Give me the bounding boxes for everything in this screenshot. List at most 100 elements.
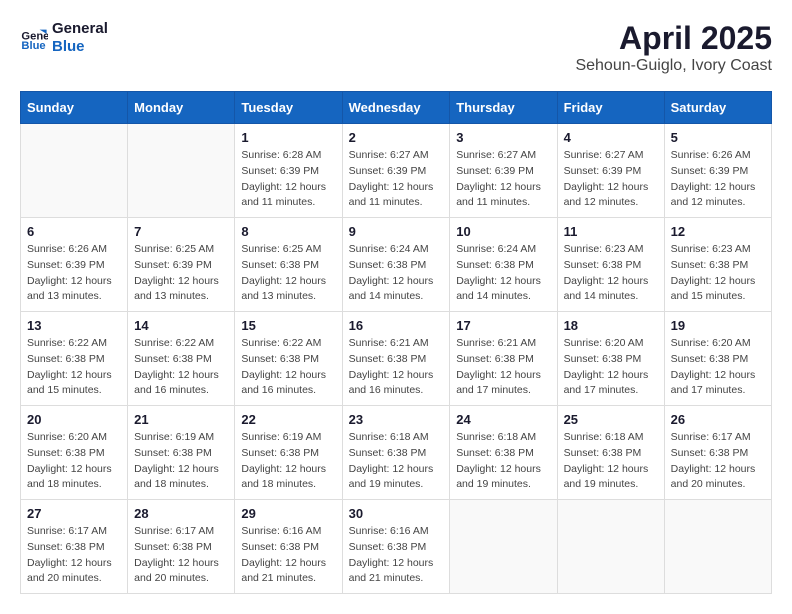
- day-info: Sunrise: 6:27 AMSunset: 6:39 PMDaylight:…: [564, 148, 658, 211]
- calendar-cell: 27Sunrise: 6:17 AMSunset: 6:38 PMDayligh…: [21, 500, 128, 594]
- day-number: 26: [671, 412, 765, 427]
- day-info: Sunrise: 6:28 AMSunset: 6:39 PMDaylight:…: [241, 148, 335, 211]
- day-info: Sunrise: 6:27 AMSunset: 6:39 PMDaylight:…: [349, 148, 444, 211]
- day-info: Sunrise: 6:26 AMSunset: 6:39 PMDaylight:…: [671, 148, 765, 211]
- day-number: 29: [241, 506, 335, 521]
- calendar-cell: [450, 500, 557, 594]
- calendar-cell: 30Sunrise: 6:16 AMSunset: 6:38 PMDayligh…: [342, 500, 450, 594]
- day-number: 21: [134, 412, 228, 427]
- day-info: Sunrise: 6:20 AMSunset: 6:38 PMDaylight:…: [27, 430, 121, 493]
- day-number: 9: [349, 224, 444, 239]
- day-number: 4: [564, 130, 658, 145]
- day-info: Sunrise: 6:27 AMSunset: 6:39 PMDaylight:…: [456, 148, 550, 211]
- calendar-cell: 29 Sunrise: 6:16 AMSunset: 6:38 PMDayligh…: [235, 500, 342, 594]
- day-info: Sunrise: 6:16 AMSunset: 6:38 PMDaylight:…: [241, 524, 335, 587]
- day-number: 7: [134, 224, 228, 239]
- weekday-header: Sunday: [21, 92, 128, 124]
- calendar-cell: 18 Sunrise: 6:20 AMSunset: 6:38 PMDayligh…: [557, 312, 664, 406]
- logo-line2: Blue: [52, 38, 108, 56]
- day-number: 20: [27, 412, 121, 427]
- day-info: Sunrise: 6:22 AMSunset: 6:38 PMDaylight:…: [134, 336, 228, 399]
- calendar-cell: 5Sunrise: 6:26 AMSunset: 6:39 PMDaylight…: [664, 124, 771, 218]
- weekday-header: Tuesday: [235, 92, 342, 124]
- day-number: 6: [27, 224, 121, 239]
- day-number: 14: [134, 318, 228, 333]
- calendar-cell: 22Sunrise: 6:19 AMSunset: 6:38 PMDayligh…: [235, 406, 342, 500]
- weekday-header: Saturday: [664, 92, 771, 124]
- calendar-cell: 26 Sunrise: 6:17 AMSunset: 6:38 PMDayligh…: [664, 406, 771, 500]
- day-info: Sunrise: 6:21 AMSunset: 6:38 PMDaylight:…: [456, 336, 550, 399]
- day-number: 16: [349, 318, 444, 333]
- logo: General Blue General Blue: [20, 20, 108, 56]
- day-info: Sunrise: 6:17 AMSunset: 6:38 PMDaylight:…: [671, 430, 765, 493]
- day-number: 12: [671, 224, 765, 239]
- day-info: Sunrise: 6:20 AMSunset: 6:38 PMDaylight:…: [564, 336, 658, 399]
- title-area: April 2025 Sehoun-Guiglo, Ivory Coast: [575, 20, 772, 75]
- calendar-cell: 15 Sunrise: 6:22 AMSunset: 6:38 PMDayligh…: [235, 312, 342, 406]
- day-number: 18: [564, 318, 658, 333]
- day-info: Sunrise: 6:17 AMSunset: 6:38 PMDaylight:…: [27, 524, 121, 587]
- day-number: 25: [564, 412, 658, 427]
- calendar-cell: 2 Sunrise: 6:27 AMSunset: 6:39 PMDaylight…: [342, 124, 450, 218]
- calendar-cell: 1 Sunrise: 6:28 AMSunset: 6:39 PMDaylight…: [235, 124, 342, 218]
- calendar-table: SundayMondayTuesdayWednesdayThursdayFrid…: [20, 91, 772, 594]
- calendar-cell: 28 Sunrise: 6:17 AMSunset: 6:38 PMDayligh…: [128, 500, 235, 594]
- day-info: Sunrise: 6:21 AMSunset: 6:38 PMDaylight:…: [349, 336, 444, 399]
- calendar-cell: 8Sunrise: 6:25 AMSunset: 6:38 PMDaylight…: [235, 218, 342, 312]
- day-number: 10: [456, 224, 550, 239]
- day-number: 22: [241, 412, 335, 427]
- day-number: 3: [456, 130, 550, 145]
- day-info: Sunrise: 6:18 AMSunset: 6:38 PMDaylight:…: [349, 430, 444, 493]
- day-number: 15: [241, 318, 335, 333]
- calendar-cell: 10 Sunrise: 6:24 AMSunset: 6:38 PMDayligh…: [450, 218, 557, 312]
- day-info: Sunrise: 6:23 AMSunset: 6:38 PMDaylight:…: [671, 242, 765, 305]
- day-number: 2: [349, 130, 444, 145]
- calendar-cell: 25 Sunrise: 6:18 AMSunset: 6:38 PMDayligh…: [557, 406, 664, 500]
- day-number: 11: [564, 224, 658, 239]
- weekday-header: Monday: [128, 92, 235, 124]
- day-info: Sunrise: 6:18 AMSunset: 6:38 PMDaylight:…: [456, 430, 550, 493]
- day-info: Sunrise: 6:24 AMSunset: 6:38 PMDaylight:…: [456, 242, 550, 305]
- day-info: Sunrise: 6:25 AMSunset: 6:39 PMDaylight:…: [134, 242, 228, 305]
- day-info: Sunrise: 6:20 AMSunset: 6:38 PMDaylight:…: [671, 336, 765, 399]
- day-info: Sunrise: 6:24 AMSunset: 6:38 PMDaylight:…: [349, 242, 444, 305]
- day-number: 24: [456, 412, 550, 427]
- day-number: 13: [27, 318, 121, 333]
- calendar-cell: 24 Sunrise: 6:18 AMSunset: 6:38 PMDayligh…: [450, 406, 557, 500]
- day-number: 1: [241, 130, 335, 145]
- calendar-subtitle: Sehoun-Guiglo, Ivory Coast: [575, 57, 772, 75]
- day-number: 23: [349, 412, 444, 427]
- calendar-week-row: 27Sunrise: 6:17 AMSunset: 6:38 PMDayligh…: [21, 500, 772, 594]
- day-info: Sunrise: 6:18 AMSunset: 6:38 PMDaylight:…: [564, 430, 658, 493]
- day-number: 28: [134, 506, 228, 521]
- calendar-cell: 13 Sunrise: 6:22 AMSunset: 6:38 PMDayligh…: [21, 312, 128, 406]
- calendar-cell: 16 Sunrise: 6:21 AMSunset: 6:38 PMDayligh…: [342, 312, 450, 406]
- calendar-week-row: 6 Sunrise: 6:26 AMSunset: 6:39 PMDaylight…: [21, 218, 772, 312]
- calendar-week-row: 13 Sunrise: 6:22 AMSunset: 6:38 PMDayligh…: [21, 312, 772, 406]
- logo-icon: General Blue: [20, 24, 48, 52]
- calendar-cell: 20 Sunrise: 6:20 AMSunset: 6:38 PMDayligh…: [21, 406, 128, 500]
- calendar-cell: 17Sunrise: 6:21 AMSunset: 6:38 PMDayligh…: [450, 312, 557, 406]
- day-info: Sunrise: 6:22 AMSunset: 6:38 PMDaylight:…: [241, 336, 335, 399]
- calendar-cell: 21Sunrise: 6:19 AMSunset: 6:38 PMDayligh…: [128, 406, 235, 500]
- calendar-cell: [21, 124, 128, 218]
- day-info: Sunrise: 6:26 AMSunset: 6:39 PMDaylight:…: [27, 242, 121, 305]
- calendar-cell: 7 Sunrise: 6:25 AMSunset: 6:39 PMDaylight…: [128, 218, 235, 312]
- calendar-cell: 14 Sunrise: 6:22 AMSunset: 6:38 PMDayligh…: [128, 312, 235, 406]
- weekday-header: Friday: [557, 92, 664, 124]
- day-info: Sunrise: 6:17 AMSunset: 6:38 PMDaylight:…: [134, 524, 228, 587]
- calendar-cell: 3 Sunrise: 6:27 AMSunset: 6:39 PMDaylight…: [450, 124, 557, 218]
- calendar-cell: [664, 500, 771, 594]
- calendar-cell: [128, 124, 235, 218]
- day-info: Sunrise: 6:22 AMSunset: 6:38 PMDaylight:…: [27, 336, 121, 399]
- day-info: Sunrise: 6:23 AMSunset: 6:38 PMDaylight:…: [564, 242, 658, 305]
- logo-line1: General: [52, 20, 108, 38]
- weekday-header-row: SundayMondayTuesdayWednesdayThursdayFrid…: [21, 92, 772, 124]
- weekday-header: Thursday: [450, 92, 557, 124]
- day-number: 8: [241, 224, 335, 239]
- calendar-week-row: 1 Sunrise: 6:28 AMSunset: 6:39 PMDaylight…: [21, 124, 772, 218]
- calendar-title: April 2025: [575, 20, 772, 57]
- calendar-cell: [557, 500, 664, 594]
- calendar-cell: 6 Sunrise: 6:26 AMSunset: 6:39 PMDaylight…: [21, 218, 128, 312]
- calendar-cell: 12 Sunrise: 6:23 AMSunset: 6:38 PMDayligh…: [664, 218, 771, 312]
